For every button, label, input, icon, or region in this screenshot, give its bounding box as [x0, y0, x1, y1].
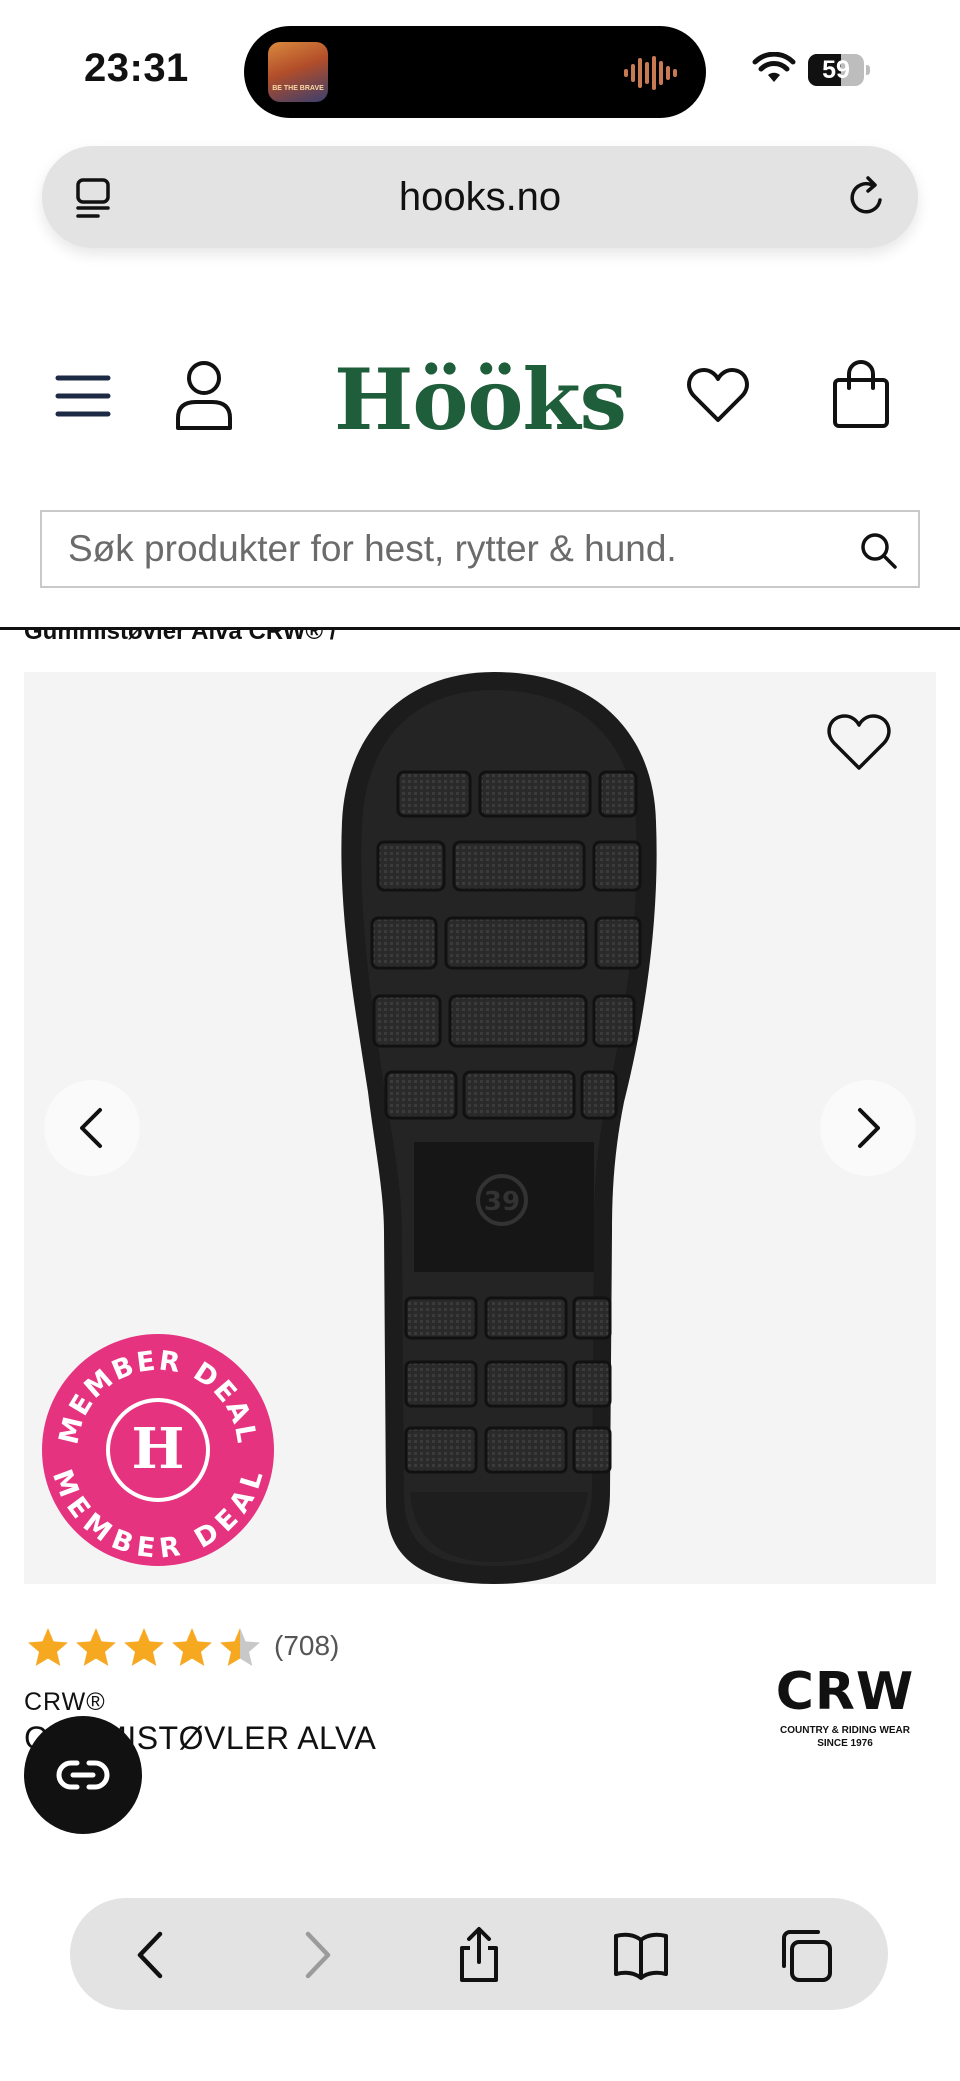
rating-star [220, 1628, 260, 1666]
site-logo[interactable]: Hööks [0, 350, 960, 449]
wishlist-icon[interactable] [686, 366, 750, 424]
bookmarks-icon[interactable] [612, 1926, 670, 1984]
status-time: 23:31 [84, 46, 189, 90]
search-input[interactable]: Søk produkter for hest, rytter & hund. [40, 510, 920, 588]
next-image-button[interactable] [820, 1080, 916, 1176]
forward-icon[interactable] [288, 1926, 346, 1984]
product-photo-boot-sole: 39 [341, 672, 657, 1584]
chevron-left-icon [80, 1108, 102, 1148]
brand-logo-since: SINCE 1976 [817, 1738, 873, 1749]
wifi-icon [752, 52, 796, 82]
brand-logo-tagline-line: COUNTRY & RIDING WEAR [780, 1725, 910, 1736]
url-text[interactable]: hooks.no [42, 146, 918, 248]
chat-icon [56, 1760, 110, 1790]
brand-logo-tagline: COUNTRY & RIDING WEAR SINCE 1976 [770, 1724, 920, 1750]
status-bar: 23:31 BE THE BRAVE 59 [0, 0, 960, 130]
reload-icon[interactable] [842, 172, 892, 222]
rating-star [124, 1628, 164, 1666]
sole-size-mark: 39 [484, 1187, 520, 1217]
product-image-carousel[interactable]: 39 MEMBER DEAL MEMBER DEAL H [24, 672, 936, 1584]
now-playing-artwork: BE THE BRAVE [268, 42, 328, 102]
back-icon[interactable] [122, 1926, 180, 1984]
site-header: Hööks [0, 330, 960, 460]
chat-button[interactable] [24, 1716, 142, 1834]
brand-logo[interactable]: CRW COUNTRY & RIDING WEAR SINCE 1976 [770, 1664, 920, 1754]
product-brand: CRW® [24, 1688, 106, 1716]
search-icon[interactable] [858, 530, 898, 570]
rating-star [28, 1628, 68, 1666]
previous-image-button[interactable] [44, 1080, 140, 1176]
audio-waveform-icon [624, 56, 677, 90]
badge-letter: H [132, 1416, 185, 1482]
breadcrumb: Gummistøvler Alva CRW® / [0, 630, 960, 646]
shopping-bag-icon[interactable] [830, 358, 892, 430]
rating-stars [28, 1628, 260, 1666]
rating-star [76, 1628, 116, 1666]
chevron-right-icon [858, 1108, 880, 1148]
brand-logo-mark: CRW [775, 1662, 915, 1722]
battery-indicator: 59 [808, 54, 870, 86]
dynamic-island[interactable]: BE THE BRAVE [244, 26, 706, 118]
tabs-icon[interactable] [776, 1926, 834, 1984]
browser-toolbar [70, 1898, 888, 2010]
add-to-wishlist-icon[interactable] [826, 712, 892, 772]
address-bar[interactable]: hooks.no [42, 146, 918, 248]
member-deal-badge: MEMBER DEAL MEMBER DEAL H [42, 1334, 274, 1566]
now-playing-artwork-text: BE THE BRAVE [272, 85, 324, 92]
share-icon[interactable] [450, 1926, 508, 1984]
battery-level: 59 [822, 56, 850, 84]
rating-star [172, 1628, 212, 1666]
breadcrumb-text[interactable]: Gummistøvler Alva CRW® / [24, 630, 336, 646]
search-placeholder: Søk produkter for hest, rytter & hund. [68, 528, 677, 569]
review-count[interactable]: (708) [274, 1630, 339, 1662]
